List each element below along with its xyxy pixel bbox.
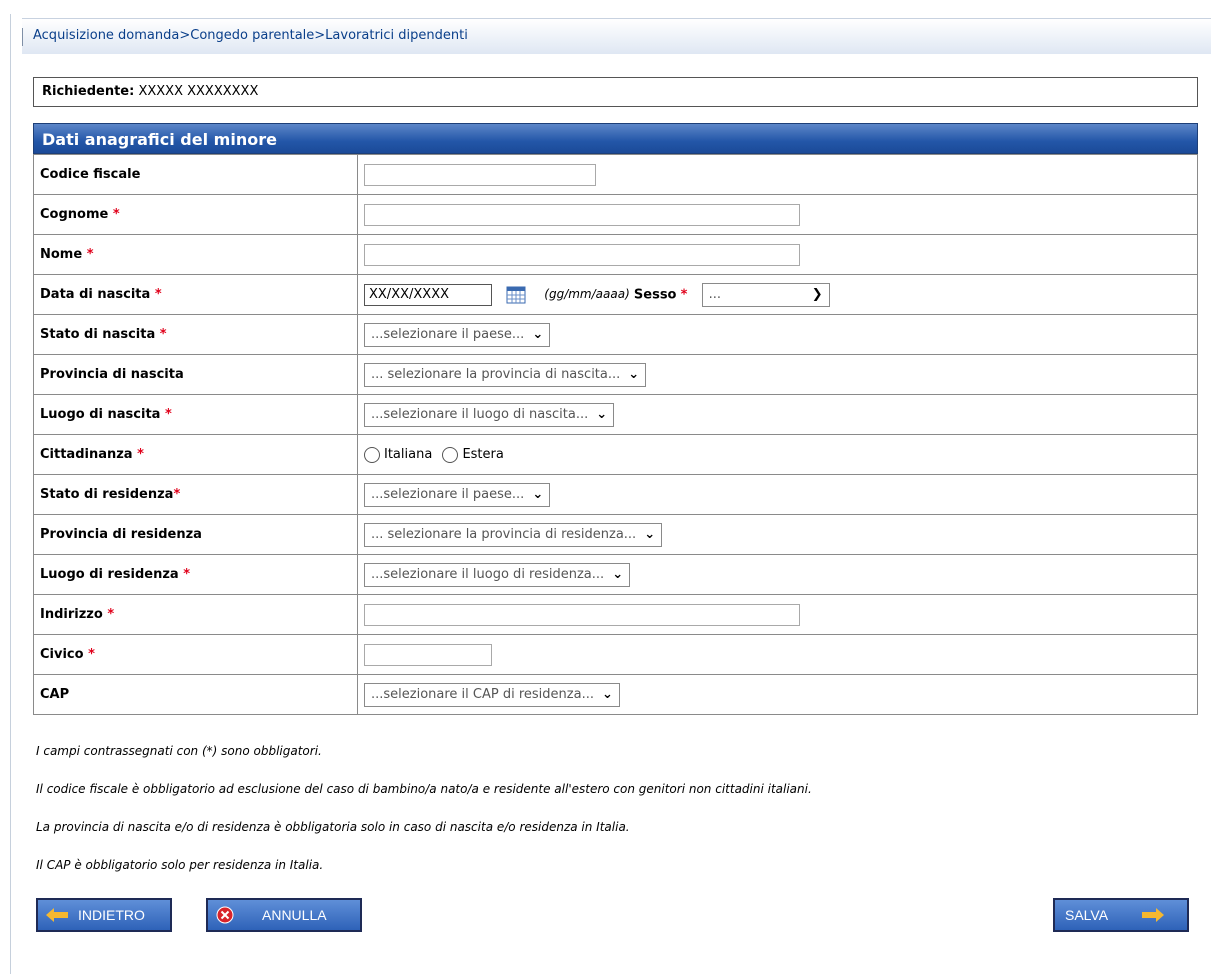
chevron-down-icon: ⌄: [612, 567, 624, 582]
required-star: *: [680, 287, 688, 302]
chevron-down-icon: ⌄: [628, 367, 640, 382]
cancel-button[interactable]: ANNULLA: [206, 898, 362, 932]
section-title: Dati anagrafici del minore: [33, 123, 1198, 154]
cittadinanza-italiana-radio[interactable]: [364, 446, 380, 463]
chevron-down-icon: ⌄: [644, 527, 656, 542]
cittadinanza-italiana-label: Italiana: [384, 447, 433, 462]
note-cap: Il CAP è obbligatorio solo per residenza…: [36, 858, 324, 872]
required-star: *: [86, 247, 94, 262]
row-codice-fiscale: Codice fiscale: [33, 154, 1198, 195]
form-table: Codice fiscale Cognome * Nome * Data di …: [33, 154, 1198, 715]
stato-nascita-select[interactable]: ...selezionare il paese... ⌄: [364, 322, 551, 347]
cittadinanza-estera-label: Estera: [462, 447, 504, 462]
cancel-x-icon: [216, 906, 234, 924]
provincia-nascita-label: Provincia di nascita: [33, 354, 358, 395]
left-frame-line: [10, 14, 11, 974]
row-nome: Nome *: [33, 234, 1198, 275]
luogo-residenza-select[interactable]: ...selezionare il luogo di residenza... ⌄: [364, 562, 631, 587]
provincia-residenza-label: Provincia di residenza: [33, 514, 358, 555]
minor-data-panel: Dati anagrafici del minore Codice fiscal…: [33, 123, 1198, 715]
chevron-down-icon: ⌄: [532, 487, 544, 502]
cognome-input[interactable]: [364, 203, 800, 226]
arrow-right-icon: [1142, 908, 1165, 922]
data-nascita-label: Data di nascita *: [33, 274, 358, 315]
back-button[interactable]: INDIETRO: [36, 898, 172, 932]
back-button-label: INDIETRO: [78, 907, 145, 923]
row-cognome: Cognome *: [33, 194, 1198, 235]
row-indirizzo: Indirizzo *: [33, 594, 1198, 635]
date-format-hint: (gg/mm/aaaa): [544, 287, 630, 301]
save-button[interactable]: SALVA: [1053, 898, 1189, 932]
civico-label: Civico *: [33, 634, 358, 675]
required-star: *: [159, 327, 167, 342]
row-cap: CAP ...selezionare il CAP di residenza..…: [33, 674, 1198, 715]
breadcrumb-separator: [22, 28, 23, 46]
cancel-button-label: ANNULLA: [262, 907, 327, 923]
note-provincia: La provincia di nascita e/o di residenza…: [36, 820, 630, 834]
row-luogo-nascita: Luogo di nascita * ...selezionare il luo…: [33, 394, 1198, 435]
nome-label: Nome *: [33, 234, 358, 275]
nome-input[interactable]: [364, 243, 800, 266]
breadcrumb: Acquisizione domanda>Congedo parentale>L…: [33, 28, 468, 43]
arrow-left-icon: [46, 908, 68, 922]
cognome-label: Cognome *: [33, 194, 358, 235]
row-data-nascita: Data di nascita * XX/XX/XXXX (gg/mm/aaaa…: [33, 274, 1198, 315]
save-button-label: SALVA: [1065, 907, 1109, 923]
required-star: *: [183, 567, 191, 582]
indirizzo-label: Indirizzo *: [33, 594, 358, 635]
provincia-nascita-select[interactable]: ... selezionare la provincia di nascita.…: [364, 362, 647, 387]
cap-select[interactable]: ...selezionare il CAP di residenza... ⌄: [364, 682, 620, 707]
row-civico: Civico *: [33, 634, 1198, 675]
required-star: *: [88, 647, 95, 662]
provincia-residenza-select[interactable]: ... selezionare la provincia di residenz…: [364, 522, 663, 547]
requester-label: Richiedente:: [42, 84, 135, 99]
stato-nascita-label: Stato di nascita *: [33, 314, 358, 355]
cap-label: CAP: [33, 674, 358, 715]
data-nascita-input[interactable]: XX/XX/XXXX: [364, 283, 492, 306]
luogo-nascita-label: Luogo di nascita *: [33, 394, 358, 435]
sesso-label: Sesso: [633, 287, 677, 302]
stato-residenza-label: Stato di residenza*: [33, 474, 358, 515]
requester-box: Richiedente: XXXXX XXXXXXXX: [33, 77, 1198, 107]
chevron-down-icon: ⌄: [596, 407, 608, 422]
note-required-fields: I campi contrassegnati con (*) sono obbl…: [36, 744, 322, 758]
cittadinanza-estera-radio[interactable]: [442, 446, 459, 463]
chevron-down-icon: ⌄: [601, 687, 613, 702]
chevron-down-icon: ⌄: [532, 327, 544, 342]
row-provincia-residenza: Provincia di residenza ... selezionare l…: [33, 514, 1198, 555]
required-star: *: [107, 607, 115, 622]
indirizzo-input[interactable]: [364, 603, 800, 626]
row-stato-residenza: Stato di residenza* ...selezionare il pa…: [33, 474, 1198, 515]
required-star: *: [112, 207, 120, 222]
requester-value: XXXXX XXXXXXXX: [138, 84, 259, 99]
note-codice-fiscale: Il codice fiscale è obbligatorio ad escl…: [36, 782, 812, 796]
stato-residenza-select[interactable]: ...selezionare il paese... ⌄: [364, 482, 551, 507]
calendar-icon[interactable]: [506, 286, 526, 304]
sesso-select[interactable]: ... ❯: [701, 282, 830, 307]
breadcrumb-bar: Acquisizione domanda>Congedo parentale>L…: [22, 18, 1211, 54]
cittadinanza-label: Cittadinanza *: [33, 434, 358, 475]
row-stato-nascita: Stato di nascita * ...selezionare il pae…: [33, 314, 1198, 355]
required-star: *: [137, 447, 144, 462]
required-star: *: [173, 487, 181, 502]
required-star: *: [164, 407, 172, 422]
row-luogo-residenza: Luogo di residenza * ...selezionare il l…: [33, 554, 1198, 595]
civico-input[interactable]: [364, 643, 492, 666]
row-cittadinanza: Cittadinanza * Italiana Estera: [33, 434, 1198, 475]
codice-fiscale-label: Codice fiscale: [33, 154, 358, 195]
luogo-residenza-label: Luogo di residenza *: [33, 554, 358, 595]
codice-fiscale-input[interactable]: [364, 163, 596, 186]
row-provincia-nascita: Provincia di nascita ... selezionare la …: [33, 354, 1198, 395]
chevron-down-icon: ❯: [811, 287, 823, 302]
luogo-nascita-select[interactable]: ...selezionare il luogo di nascita... ⌄: [364, 402, 615, 427]
required-star: *: [154, 287, 162, 302]
